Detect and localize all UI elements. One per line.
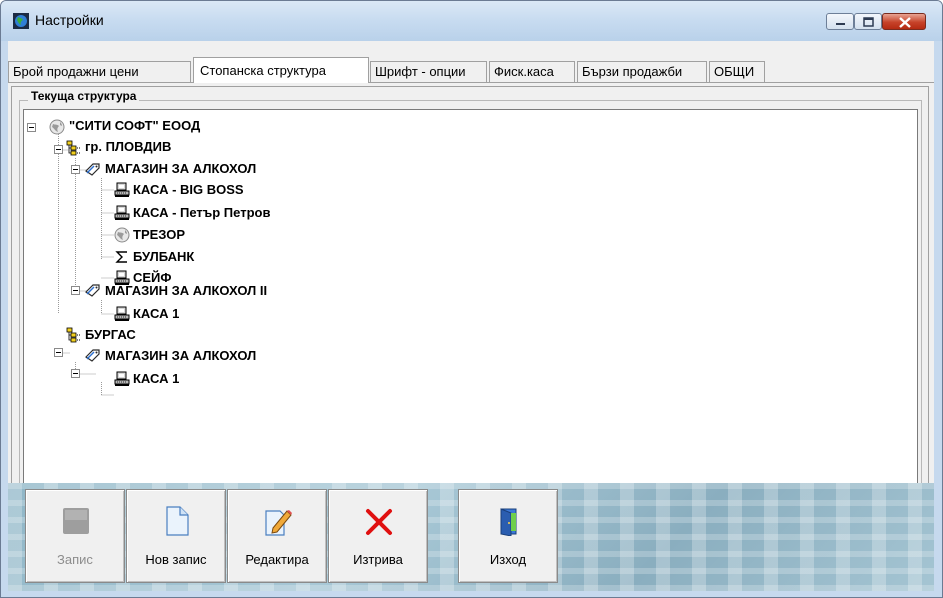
cash-register-icon	[114, 306, 130, 321]
tree-node-company[interactable]: "СИТИ СОФТ" ЕООД	[69, 118, 200, 134]
cash-register-icon	[114, 205, 130, 220]
stop-square-icon	[63, 508, 89, 534]
title-bar[interactable]: Настройки	[1, 1, 942, 41]
cash-register-icon	[114, 371, 130, 386]
expand-toggle[interactable]	[54, 348, 63, 357]
exit-button[interactable]: Изход	[458, 489, 558, 583]
minimize-icon	[836, 23, 845, 25]
close-icon	[899, 17, 911, 28]
tree-node-burgas-shop[interactable]: МАГАЗИН ЗА АЛКОХОЛ	[105, 348, 256, 364]
tag-icon	[85, 163, 100, 176]
tree-node-burgas-register[interactable]: КАСА 1	[133, 371, 179, 387]
structure-tree[interactable]: "СИТИ СОФТ" ЕООД гр. ПЛОВДИВ МАГАЗИН ЗА …	[23, 109, 918, 494]
cash-register-icon	[114, 182, 130, 197]
expand-toggle[interactable]	[71, 165, 80, 174]
maximize-button[interactable]	[854, 13, 882, 30]
settings-window: Настройки Брой продажни цени Стопанска с…	[0, 0, 943, 598]
save-button[interactable]: Запис	[25, 489, 125, 583]
tree-node-shop-2[interactable]: МАГАЗИН ЗА АЛКОХОЛ II	[105, 283, 267, 299]
minimize-button[interactable]	[826, 13, 854, 30]
exit-door-icon	[500, 508, 517, 536]
sigma-icon	[115, 251, 127, 263]
tab-panel: Текуща структура "СИТИ СОФТ" ЕООД гр. ПЛ…	[11, 86, 929, 504]
tree-node-treasury[interactable]: ТРЕЗОР	[133, 227, 185, 243]
save-label: Запис	[57, 552, 93, 567]
tab-fiscal-register[interactable]: Фиск.каса	[489, 61, 575, 82]
tab-strip: Брой продажни цени Стопанска структура Ш…	[8, 57, 934, 83]
window-title: Настройки	[35, 12, 104, 28]
app-globe-icon	[13, 13, 29, 29]
tree-node-register-1[interactable]: КАСА 1	[133, 306, 179, 322]
toolbar-area: Запис Нов запис Редактира Изтрива Изход	[8, 483, 934, 591]
tree-node-plovdiv[interactable]: гр. ПЛОВДИВ	[85, 139, 171, 155]
edit-label: Редактира	[245, 552, 309, 567]
exit-label: Изход	[489, 552, 527, 567]
expand-toggle[interactable]	[71, 286, 80, 295]
expand-toggle[interactable]	[71, 369, 80, 378]
new-document-icon	[166, 506, 189, 536]
globe-icon	[49, 119, 65, 135]
expand-toggle[interactable]	[27, 123, 36, 132]
tree-node-register-bigboss[interactable]: КАСА - BIG BOSS	[133, 182, 244, 198]
globe-icon	[114, 227, 130, 243]
org-tree-icon	[66, 140, 81, 156]
tab-quick-sales[interactable]: Бързи продажби	[577, 61, 707, 82]
structure-group-label: Текуща структура	[28, 89, 140, 103]
expand-toggle[interactable]	[54, 145, 63, 154]
tab-font-options[interactable]: Шрифт - опции	[370, 61, 487, 82]
restore-icon	[863, 17, 874, 27]
edit-pencil-icon	[265, 510, 292, 536]
new-record-label: Нов запис	[145, 552, 207, 567]
tab-business-structure[interactable]: Стопанска структура	[193, 57, 369, 83]
tab-general[interactable]: ОБЩИ	[709, 61, 765, 82]
tag-icon	[85, 284, 100, 297]
tree-node-burgas[interactable]: БУРГАС	[85, 327, 136, 343]
tab-strip-divider	[8, 82, 934, 83]
org-tree-icon	[66, 327, 81, 343]
close-button[interactable]	[882, 13, 926, 30]
edit-button[interactable]: Редактира	[227, 489, 327, 583]
tab-price-count[interactable]: Брой продажни цени	[8, 61, 191, 82]
delete-x-icon	[366, 509, 392, 535]
delete-button[interactable]: Изтрива	[328, 489, 428, 583]
tag-icon	[85, 349, 100, 362]
tree-node-bulbank[interactable]: БУЛБАНК	[133, 249, 194, 265]
tree-node-shop[interactable]: МАГАЗИН ЗА АЛКОХОЛ	[105, 161, 256, 177]
tree-node-register-petrov[interactable]: КАСА - Петър Петров	[133, 205, 270, 221]
delete-label: Изтрива	[353, 552, 403, 567]
new-record-button[interactable]: Нов запис	[126, 489, 226, 583]
dialog-client-area: Брой продажни цени Стопанска структура Ш…	[8, 41, 934, 591]
